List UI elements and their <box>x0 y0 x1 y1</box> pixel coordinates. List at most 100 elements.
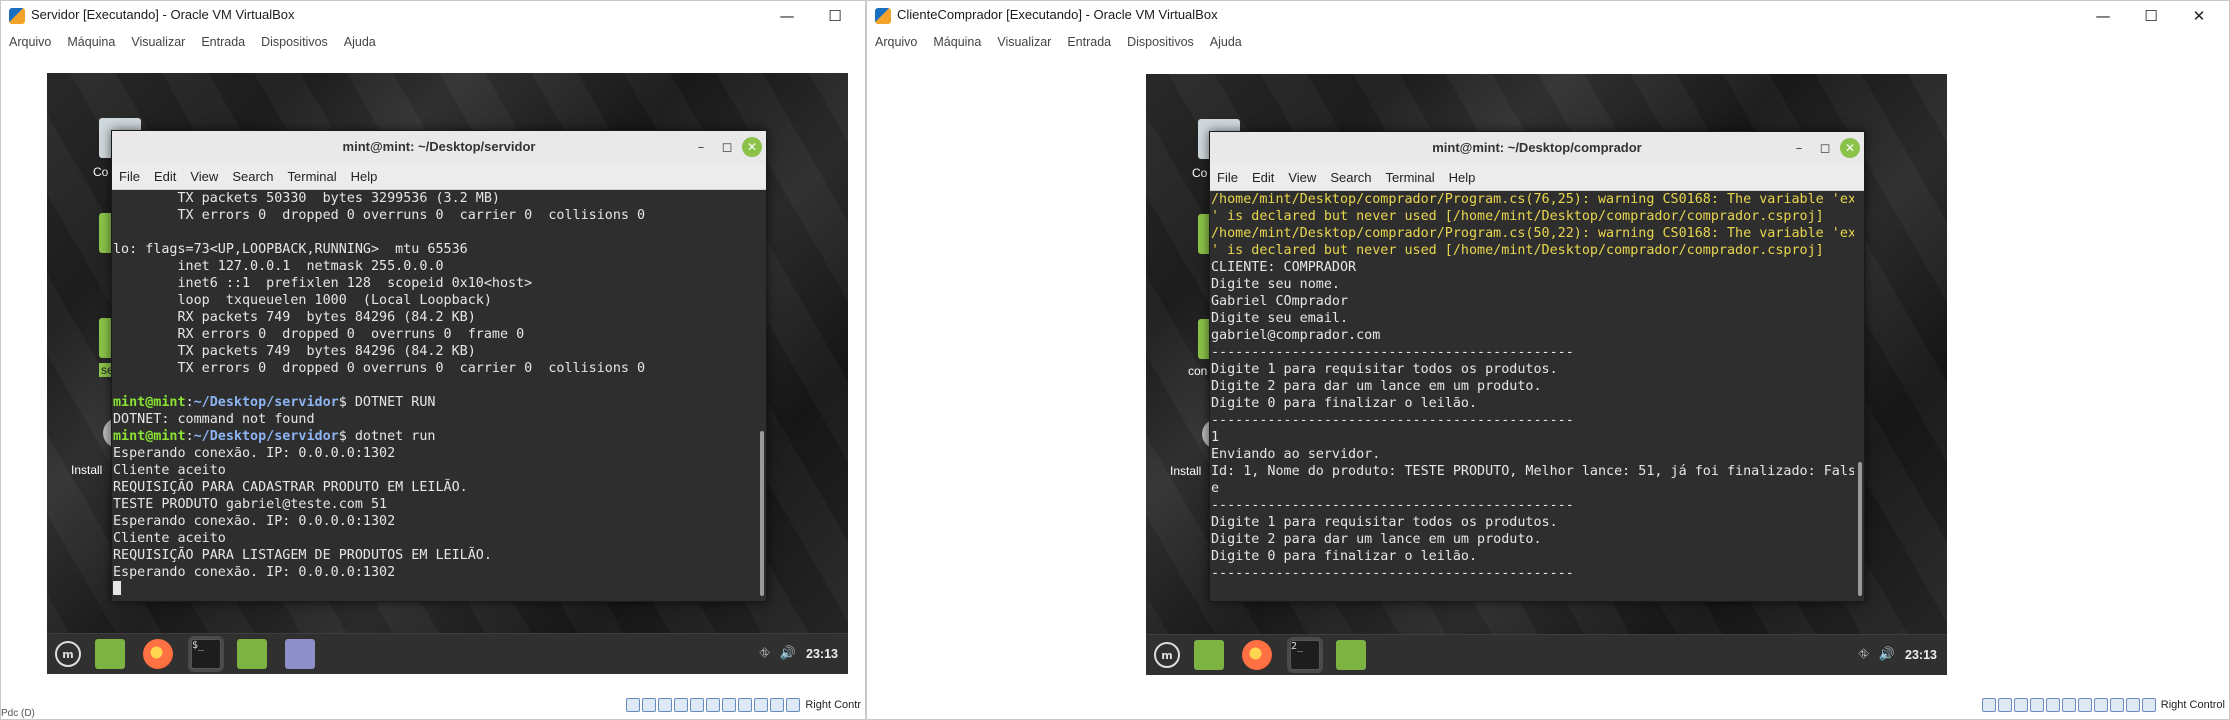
menu-help[interactable]: Help <box>344 164 385 189</box>
cpu-icon[interactable] <box>2109 698 2124 712</box>
mint-menu-icon[interactable]: m <box>55 641 81 667</box>
network-icon[interactable]: ⛗ <box>759 646 769 661</box>
network-icon[interactable]: ⛗ <box>1858 647 1868 662</box>
maximize-icon[interactable]: ◻ <box>716 136 738 158</box>
recording-icon[interactable] <box>2093 698 2108 712</box>
menu-terminal[interactable]: Terminal <box>1379 165 1442 190</box>
menu-arquivo[interactable]: Arquivo <box>867 31 925 53</box>
terminal-line: TX errors 0 dropped 0 overruns 0 carrier… <box>112 360 756 377</box>
terminal-line: Cliente aceito <box>112 462 756 479</box>
terminal-line: Cliente aceito <box>112 530 756 547</box>
terminal-titlebar[interactable]: mint@mint: ~/Desktop/servidor – ◻ ✕ <box>112 131 766 165</box>
maximize-icon[interactable]: ☐ <box>2127 1 2175 31</box>
terminal-window[interactable]: mint@mint: ~/Desktop/comprador – ◻ ✕ Fil… <box>1209 131 1865 602</box>
usb-icon[interactable] <box>2045 698 2060 712</box>
mint-menu-icon[interactable]: m <box>1154 642 1180 668</box>
menu-maquina[interactable]: Máquina <box>59 31 123 53</box>
keyboard-icon[interactable] <box>2141 698 2156 712</box>
menu-edit[interactable]: Edit <box>147 164 183 189</box>
menu-search[interactable]: Search <box>225 164 280 189</box>
firefox-icon[interactable] <box>1242 640 1272 670</box>
menu-entrada[interactable]: Entrada <box>1059 31 1119 53</box>
terminal-scrollbar[interactable] <box>1858 462 1862 596</box>
optical-drive-icon[interactable] <box>1997 698 2012 712</box>
cpu-icon[interactable] <box>754 698 769 712</box>
close-icon[interactable]: ✕ <box>2175 1 2223 31</box>
minimize-icon[interactable]: — <box>2079 1 2127 31</box>
menu-dispositivos[interactable]: Dispositivos <box>253 31 336 53</box>
terminal-line-text: gabriel@comprador.com <box>1211 328 1381 343</box>
files-icon[interactable] <box>237 639 267 669</box>
window-titlebar[interactable]: ClienteComprador [Executando] - Oracle V… <box>867 1 2229 31</box>
menu-ajuda[interactable]: Ajuda <box>336 31 384 53</box>
taskbar-panel: m $_ ⛗ 🔊 23:13 <box>47 633 848 674</box>
terminal-icon[interactable]: $_ <box>191 639 221 669</box>
menu-entrada[interactable]: Entrada <box>193 31 253 53</box>
display-icon[interactable] <box>722 698 737 712</box>
menu-help[interactable]: Help <box>1442 165 1483 190</box>
terminal-output[interactable]: TX packets 50330 bytes 3299536 (3.2 MB) … <box>112 190 756 601</box>
terminal-icon[interactable]: 2_ <box>1290 640 1320 670</box>
menu-view[interactable]: View <box>183 164 225 189</box>
volume-icon[interactable]: 🔊 <box>780 646 796 661</box>
menu-visualizar[interactable]: Visualizar <box>989 31 1059 53</box>
files-icon[interactable] <box>1336 640 1366 670</box>
clock[interactable]: 23:13 <box>806 647 838 661</box>
harddisk-icon[interactable] <box>626 698 641 712</box>
menu-file[interactable]: File <box>1210 165 1245 190</box>
menu-terminal[interactable]: Terminal <box>281 164 344 189</box>
shared-folders-icon[interactable] <box>2061 698 2076 712</box>
firefox-icon[interactable] <box>143 639 173 669</box>
menu-edit[interactable]: Edit <box>1245 165 1281 190</box>
menu-visualizar[interactable]: Visualizar <box>123 31 193 53</box>
recording-icon[interactable] <box>738 698 753 712</box>
terminal-scrollbar[interactable] <box>760 431 764 596</box>
network-adapter-icon[interactable] <box>2029 698 2044 712</box>
shared-folders-icon[interactable] <box>706 698 721 712</box>
terminal-line-text: Digite 1 para requisitar todos os produt… <box>1211 515 1558 530</box>
maximize-icon[interactable]: ◻ <box>1814 137 1836 159</box>
show-desktop-icon[interactable] <box>95 639 125 669</box>
volume-icon[interactable]: 🔊 <box>1879 647 1895 662</box>
audio-icon[interactable] <box>658 698 673 712</box>
usb-icon[interactable] <box>690 698 705 712</box>
guest-screen[interactable]: Co con Install mint@mint: ~/Desktop/comp… <box>1146 74 1947 675</box>
clock[interactable]: 23:13 <box>1905 648 1937 662</box>
terminal-line: Id: 1, Nome do produto: TESTE PRODUTO, M… <box>1210 463 1854 480</box>
optical-drive-icon[interactable] <box>642 698 657 712</box>
menu-view[interactable]: View <box>1281 165 1323 190</box>
mouse-integration-icon[interactable] <box>770 698 785 712</box>
minimize-icon[interactable]: – <box>690 136 712 158</box>
menu-maquina[interactable]: Máquina <box>925 31 989 53</box>
menu-dispositivos[interactable]: Dispositivos <box>1119 31 1202 53</box>
menu-file[interactable]: File <box>112 164 147 189</box>
display-icon[interactable] <box>2077 698 2092 712</box>
guest-screen[interactable]: Co se Install mint@mint: ~/Desktop/servi… <box>47 73 848 674</box>
minimize-icon[interactable]: – <box>1788 137 1810 159</box>
terminal-line-text: Cliente aceito <box>113 463 226 478</box>
text-editor-icon[interactable] <box>285 639 315 669</box>
network-adapter-icon[interactable] <box>674 698 689 712</box>
minimize-icon[interactable]: — <box>763 1 811 31</box>
keyboard-icon[interactable] <box>786 698 801 712</box>
terminal-line: CLIENTE: COMPRADOR <box>1210 259 1854 276</box>
menu-search[interactable]: Search <box>1323 165 1378 190</box>
vbox-statusbar: Right Contr <box>626 695 865 715</box>
harddisk-icon[interactable] <box>1981 698 1996 712</box>
terminal-line: e <box>1210 480 1854 497</box>
window-controls: — ☐ ✕ <box>2079 1 2223 31</box>
terminal-titlebar[interactable]: mint@mint: ~/Desktop/comprador – ◻ ✕ <box>1210 132 1864 166</box>
audio-icon[interactable] <box>2013 698 2028 712</box>
mouse-integration-icon[interactable] <box>2125 698 2140 712</box>
menu-arquivo[interactable]: Arquivo <box>1 31 59 53</box>
terminal-output[interactable]: /home/mint/Desktop/comprador/Program.cs(… <box>1210 191 1854 601</box>
terminal-window[interactable]: mint@mint: ~/Desktop/servidor – ◻ ✕ File… <box>111 130 767 602</box>
close-icon[interactable]: ✕ <box>742 137 762 157</box>
show-desktop-icon[interactable] <box>1194 640 1224 670</box>
maximize-icon[interactable]: ☐ <box>811 1 859 31</box>
terminal-line-text: REQUISIÇÃO PARA CADASTRAR PRODUTO EM LEI… <box>113 480 468 495</box>
close-icon[interactable]: ✕ <box>1840 138 1860 158</box>
menu-ajuda[interactable]: Ajuda <box>1202 31 1250 53</box>
window-titlebar[interactable]: Servidor [Executando] - Oracle VM Virtua… <box>1 1 865 31</box>
terminal-line-text: 1 <box>1211 430 1220 445</box>
